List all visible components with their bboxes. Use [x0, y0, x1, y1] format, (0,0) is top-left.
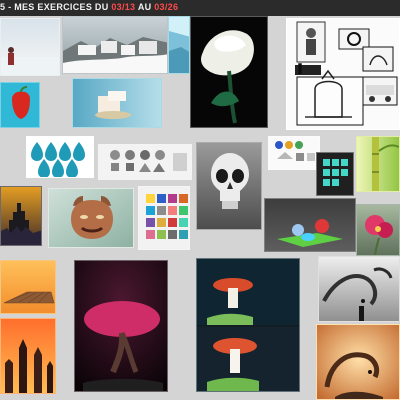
banner-middle: AU	[135, 2, 155, 12]
skull-image	[197, 143, 261, 229]
tile-bamboo[interactable]	[356, 136, 400, 192]
tile-demon-head[interactable]	[48, 188, 134, 248]
bamboo-image	[357, 137, 399, 191]
shading-spheres-image	[99, 145, 191, 179]
banner-date-start: 03/13	[111, 2, 136, 12]
tile-3d-objects[interactable]	[264, 198, 356, 252]
spiral-landscape-image	[319, 257, 399, 321]
tile-cubes[interactable]	[316, 152, 354, 196]
collage-canvas: 5 - MES EXERCICES DU 03/13 AU 03/26	[0, 0, 400, 400]
tile-orange-spiral[interactable]	[316, 324, 400, 400]
ice-cave-image	[169, 17, 189, 73]
tile-waterdrops[interactable]	[26, 136, 94, 178]
red-pepper-image	[1, 83, 39, 127]
snow-village-image	[63, 17, 167, 73]
tile-castle-night[interactable]	[0, 186, 42, 246]
orange-spiral-image	[317, 325, 399, 399]
tile-pink-tree[interactable]	[74, 260, 168, 392]
tile-winter-woman[interactable]	[0, 18, 60, 76]
tile-red-pepper[interactable]	[0, 82, 40, 128]
color-palette-image	[139, 187, 189, 249]
mushrooms-image	[197, 259, 299, 391]
checkerboard-image	[1, 261, 55, 313]
tile-shapes-study[interactable]	[268, 136, 320, 170]
tile-skull[interactable]	[196, 142, 262, 230]
orange-towers-image	[1, 319, 55, 393]
tile-checkerboard[interactable]	[0, 260, 56, 314]
demon-head-image	[49, 189, 133, 247]
objects-3d-image	[265, 199, 355, 251]
tile-spiral-landscape[interactable]	[318, 256, 400, 322]
top-banner: 5 - MES EXERCICES DU 03/13 AU 03/26	[0, 0, 400, 16]
pink-flower-image	[357, 205, 399, 255]
tile-mushrooms[interactable]	[196, 258, 300, 392]
banner-prefix: 5 - MES EXERCICES DU	[0, 2, 112, 12]
pencil-sketches-image	[287, 19, 399, 129]
tile-pink-flower[interactable]	[356, 204, 400, 256]
tile-ice-cave[interactable]	[168, 16, 190, 74]
shapes-study-image	[269, 137, 319, 169]
pink-tree-image	[75, 261, 167, 391]
tile-pencil-sketches[interactable]	[286, 18, 400, 130]
tile-orange-towers[interactable]	[0, 318, 56, 394]
tile-shading-spheres[interactable]	[98, 144, 192, 180]
waterdrops-image	[27, 137, 93, 177]
tile-blue-room[interactable]	[72, 78, 162, 128]
winter-woman-image	[1, 19, 59, 75]
banner-date-end: 03/26	[154, 2, 179, 12]
tile-white-rose[interactable]	[190, 16, 268, 128]
blue-room-image	[73, 79, 161, 127]
tile-color-palette[interactable]	[138, 186, 190, 250]
cubes-image	[317, 153, 353, 195]
tile-snow-village[interactable]	[62, 16, 168, 74]
banner-title: 5 - MES EXERCICES DU 03/13 AU 03/26	[0, 2, 178, 12]
castle-night-image	[1, 187, 41, 245]
white-rose-image	[191, 17, 267, 127]
